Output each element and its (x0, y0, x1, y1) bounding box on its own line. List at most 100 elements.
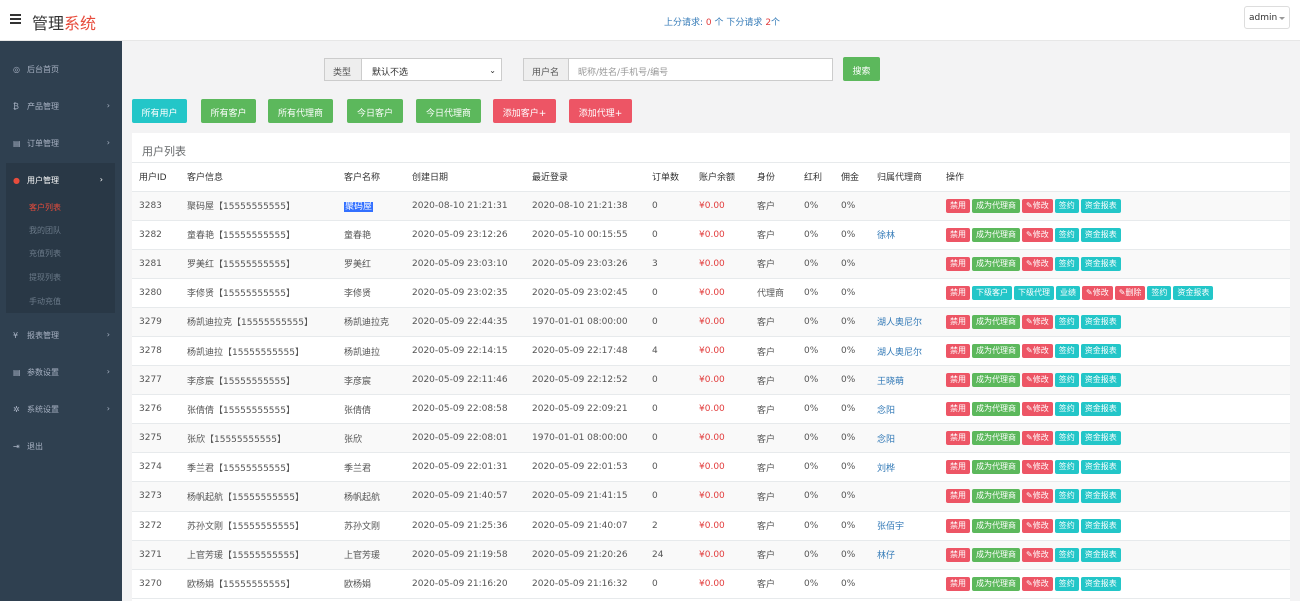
type-select[interactable]: 默认不选 ⌄ (361, 58, 502, 81)
make-agent-button[interactable]: 成为代理商 (972, 314, 1020, 329)
fund-report-button[interactable]: 资金报表 (1080, 198, 1121, 213)
cell-agent[interactable]: 念阳 (870, 394, 939, 425)
sidebar-item-logout[interactable]: ⇥ 退出 (0, 431, 122, 459)
disable-button[interactable]: 禁用 (946, 256, 970, 271)
disable-button[interactable]: 禁用 (946, 227, 970, 242)
user-menu-dropdown[interactable]: admin (1244, 6, 1290, 29)
make-agent-button[interactable]: 成为代理商 (972, 460, 1020, 475)
edit-button[interactable]: ✎修改 (1022, 576, 1053, 591)
make-agent-button[interactable]: 成为代理商 (972, 402, 1020, 417)
filter-all-clients-button[interactable]: 所有客户 (201, 99, 256, 123)
make-agent-button[interactable]: 成为代理商 (972, 489, 1020, 504)
sign-button[interactable]: 签约 (1054, 460, 1079, 475)
sign-button[interactable]: 签约 (1054, 489, 1079, 504)
sign-button[interactable]: 签约 (1147, 285, 1172, 300)
sign-button[interactable]: 签约 (1054, 373, 1079, 388)
disable-button[interactable]: 禁用 (946, 489, 970, 504)
fund-report-button[interactable]: 资金报表 (1080, 547, 1121, 562)
sign-button[interactable]: 签约 (1054, 547, 1079, 562)
performance-button[interactable]: 业绩 (1056, 285, 1080, 300)
disable-button[interactable]: 禁用 (946, 431, 970, 446)
cell-agent[interactable]: 张佰宇 (870, 511, 939, 541)
cell-agent[interactable]: 林仔 (870, 540, 939, 570)
fund-report-button[interactable]: 资金报表 (1080, 256, 1121, 271)
fund-report-button[interactable]: 资金报表 (1080, 373, 1121, 388)
fund-report-button[interactable]: 资金报表 (1080, 518, 1121, 533)
disable-button[interactable]: 禁用 (946, 373, 970, 388)
fund-report-button[interactable]: 资金报表 (1080, 460, 1121, 475)
sidebar-item-system[interactable]: ✲ 系统设置 › (0, 394, 122, 422)
sidebar-sub-withdraw-list[interactable]: 提现列表 (29, 272, 61, 283)
filter-all-agents-button[interactable]: 所有代理商 (268, 99, 333, 123)
make-agent-button[interactable]: 成为代理商 (972, 576, 1020, 591)
search-button[interactable]: 搜索 (843, 57, 880, 81)
fund-report-button[interactable]: 资金报表 (1080, 314, 1121, 329)
edit-button[interactable]: ✎修改 (1022, 460, 1053, 475)
make-agent-button[interactable]: 成为代理商 (972, 227, 1020, 242)
sidebar-item-users[interactable]: ● 用户管理 › (6, 165, 115, 193)
make-agent-button[interactable]: 成为代理商 (972, 373, 1020, 388)
make-agent-button[interactable]: 成为代理商 (972, 431, 1020, 446)
cell-agent[interactable]: 徐林 (870, 220, 939, 250)
edit-button[interactable]: ✎修改 (1022, 227, 1053, 242)
filter-today-clients-button[interactable]: 今日客户 (347, 99, 403, 123)
request-summary[interactable]: 上分请求: 0 个 下分请求 2个 (664, 15, 780, 28)
sidebar-item-reports[interactable]: ¥ 报表管理 › (0, 320, 122, 348)
disable-button[interactable]: 禁用 (946, 460, 970, 475)
make-agent-button[interactable]: 成为代理商 (972, 256, 1020, 271)
menu-toggle-icon[interactable] (10, 14, 21, 24)
edit-button[interactable]: ✎修改 (1082, 285, 1113, 300)
edit-button[interactable]: ✎修改 (1022, 547, 1053, 562)
sign-button[interactable]: 签约 (1054, 402, 1079, 417)
edit-button[interactable]: ✎修改 (1022, 518, 1053, 533)
sign-button[interactable]: 签约 (1054, 518, 1079, 533)
sidebar-item-dashboard[interactable]: ◎ 后台首页 (0, 54, 122, 82)
sidebar-sub-manual-recharge[interactable]: 手动充值 (29, 296, 61, 307)
sidebar-item-params[interactable]: ▤ 参数设置 › (0, 357, 122, 385)
sign-button[interactable]: 签约 (1054, 256, 1079, 271)
disable-button[interactable]: 禁用 (946, 285, 970, 300)
sign-button[interactable]: 签约 (1054, 431, 1079, 446)
delete-button[interactable]: ✎删除 (1114, 285, 1146, 300)
fund-report-button[interactable]: 资金报表 (1080, 489, 1121, 504)
edit-button[interactable]: ✎修改 (1022, 489, 1053, 504)
fund-report-button[interactable]: 资金报表 (1080, 344, 1121, 359)
edit-button[interactable]: ✎修改 (1022, 402, 1053, 417)
make-agent-button[interactable]: 成为代理商 (972, 547, 1020, 562)
make-agent-button[interactable]: 成为代理商 (972, 344, 1020, 359)
sign-button[interactable]: 签约 (1054, 227, 1079, 242)
disable-button[interactable]: 禁用 (946, 198, 970, 213)
cell-agent[interactable]: 刘桦 (870, 452, 939, 483)
fund-report-button[interactable]: 资金报表 (1080, 431, 1121, 446)
disable-button[interactable]: 禁用 (946, 518, 970, 533)
filter-all-users-button[interactable]: 所有用户 (132, 99, 187, 123)
fund-report-button[interactable]: 资金报表 (1080, 576, 1121, 591)
add-client-button[interactable]: 添加客户+ (493, 99, 556, 123)
username-search-input[interactable]: 昵称/姓名/手机号/编号 (568, 58, 833, 81)
disable-button[interactable]: 禁用 (946, 547, 970, 562)
disable-button[interactable]: 禁用 (946, 576, 970, 591)
sidebar-item-products[interactable]: ₿ 产品管理 › (0, 91, 122, 119)
edit-button[interactable]: ✎修改 (1022, 314, 1053, 329)
sub-clients-button[interactable]: 下级客户 (972, 285, 1012, 300)
fund-report-button[interactable]: 资金报表 (1080, 402, 1121, 417)
sidebar-sub-my-team[interactable]: 我的团队 (29, 225, 61, 236)
cell-agent[interactable]: 湖人奥尼尔 (870, 307, 939, 337)
sign-button[interactable]: 签约 (1054, 576, 1079, 591)
sign-button[interactable]: 签约 (1054, 344, 1079, 359)
sidebar-sub-customer-list[interactable]: 客户列表 (29, 202, 61, 213)
sub-agents-button[interactable]: 下级代理 (1014, 285, 1054, 300)
fund-report-button[interactable]: 资金报表 (1173, 285, 1214, 300)
make-agent-button[interactable]: 成为代理商 (972, 518, 1020, 533)
disable-button[interactable]: 禁用 (946, 314, 970, 329)
cell-agent[interactable]: 湖人奥尼尔 (870, 336, 939, 367)
filter-today-agents-button[interactable]: 今日代理商 (416, 99, 481, 123)
edit-button[interactable]: ✎修改 (1022, 344, 1053, 359)
edit-button[interactable]: ✎修改 (1022, 373, 1053, 388)
edit-button[interactable]: ✎修改 (1022, 198, 1053, 213)
disable-button[interactable]: 禁用 (946, 402, 970, 417)
edit-button[interactable]: ✎修改 (1022, 431, 1053, 446)
sign-button[interactable]: 签约 (1054, 198, 1079, 213)
sidebar-sub-recharge-list[interactable]: 充值列表 (29, 248, 61, 259)
cell-agent[interactable]: 念阳 (870, 423, 939, 454)
